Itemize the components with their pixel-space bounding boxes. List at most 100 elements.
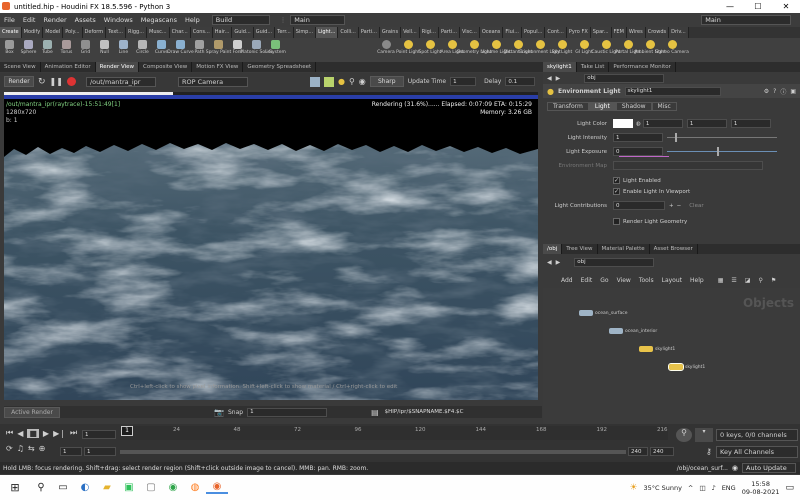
info-icon[interactable]: ⓘ: [780, 87, 786, 96]
shelf-tab-11[interactable]: Guid...: [232, 27, 254, 38]
frame-field[interactable]: 1: [82, 430, 116, 439]
right-desktop-dropdown[interactable]: Main: [701, 15, 792, 25]
intensity-slider[interactable]: [667, 133, 777, 142]
tab-asset-browser[interactable]: Asset Browser: [650, 244, 698, 254]
menu-windows[interactable]: Windows: [100, 16, 137, 24]
tool-platonic-solids[interactable]: Platonic Solids: [240, 38, 273, 62]
display-icon[interactable]: [309, 76, 320, 87]
net-menu-go[interactable]: Go: [600, 277, 608, 284]
shelf-tab-right-4[interactable]: Vell...: [401, 27, 420, 38]
tab-material-palette[interactable]: Material Palette: [598, 244, 650, 254]
current-frame-marker[interactable]: 1: [121, 426, 133, 436]
color-g-field[interactable]: 1: [686, 119, 727, 128]
menu-assets[interactable]: Assets: [71, 16, 100, 24]
menu-edit[interactable]: Edit: [19, 16, 40, 24]
forward-arrow-icon[interactable]: ▶: [556, 75, 561, 82]
search-icon[interactable]: ⚲: [30, 482, 52, 493]
tool-grid[interactable]: Grid: [76, 38, 95, 62]
snap-path-field[interactable]: $HIP/ipr/$SNAPNAME.$F4.$C: [382, 407, 483, 417]
render-viewport[interactable]: [4, 99, 538, 400]
plus-icon[interactable]: +: [669, 203, 674, 209]
light-enabled-checkbox[interactable]: ✓: [613, 177, 620, 184]
shelf-tab-13[interactable]: Terr...: [275, 27, 294, 38]
clock[interactable]: 15:58 09-08-2021: [742, 480, 780, 496]
shelf-tab-12[interactable]: Guid...: [253, 27, 276, 38]
key-all-icon[interactable]: ⚷: [706, 447, 712, 456]
net-grid-icon[interactable]: ▦: [718, 277, 724, 284]
shelf-tab-right-16[interactable]: Crowds: [645, 27, 670, 38]
exposure-slider-handle[interactable]: [717, 147, 719, 156]
desktop2-dropdown[interactable]: Main: [290, 15, 346, 25]
net-list-icon[interactable]: ☰: [731, 277, 736, 284]
tab-shadow[interactable]: Shadow: [615, 101, 652, 111]
shelf-tab-7[interactable]: Musc...: [147, 27, 170, 38]
tool-stereo-camera[interactable]: Stereo Camera: [655, 38, 689, 62]
snapshot-icon[interactable]: [323, 76, 334, 87]
tab-animation-editor[interactable]: Animation Editor: [41, 62, 96, 72]
shelf-tab-right-15[interactable]: Wires: [626, 27, 646, 38]
net-menu-view[interactable]: View: [617, 277, 631, 284]
volume-icon[interactable]: ♪: [712, 484, 716, 492]
shelf-tab-right-2[interactable]: Parti...: [358, 27, 380, 38]
key-all-dropdown[interactable]: Key All Channels: [716, 446, 798, 458]
render-geo-checkbox[interactable]: [613, 218, 620, 225]
tool-caustic-light[interactable]: Caustic Light: [591, 38, 621, 62]
shelf-tab-right-8[interactable]: Oceans: [479, 27, 504, 38]
timeline-audio-icon[interactable]: ♫: [17, 444, 24, 453]
tab-composite-view[interactable]: Composite View: [139, 62, 193, 72]
render-button[interactable]: Render: [4, 76, 34, 87]
tool-point-light[interactable]: Point Light: [396, 38, 420, 62]
exposure-slider[interactable]: [667, 147, 777, 156]
network-icon[interactable]: ◫: [699, 484, 705, 492]
snap-field[interactable]: 1: [247, 407, 328, 417]
edge-icon[interactable]: ◐: [74, 482, 96, 493]
shelf-tab-5[interactable]: Text...: [106, 27, 127, 38]
node-name-field[interactable]: skylight1: [624, 86, 721, 96]
tab-skylight1[interactable]: skylight1: [543, 62, 577, 72]
timeline-ruler[interactable]: 1 24 48 72 96 120 144 168 192 216: [120, 426, 668, 440]
shelf-tab-0[interactable]: Create: [0, 27, 22, 38]
shelf-tab-1[interactable]: Modify: [21, 27, 44, 38]
shelf-tab-right-13[interactable]: Spar...: [590, 27, 612, 38]
node-skylight1-selected[interactable]: skylight1: [668, 363, 705, 371]
shelf-tab-8[interactable]: Char...: [169, 27, 191, 38]
help-icon[interactable]: ?: [773, 88, 776, 95]
menu-file[interactable]: File: [0, 16, 19, 24]
color-icon[interactable]: ◉: [359, 77, 366, 86]
shelf-tab-right-3[interactable]: Grains: [379, 27, 402, 38]
shelf-tab-right-0[interactable]: Light...: [316, 27, 339, 38]
store-icon[interactable]: ▣: [118, 482, 140, 493]
tray-chevron-icon[interactable]: ^: [688, 484, 693, 492]
gear-icon[interactable]: ⚙: [764, 88, 769, 95]
range-slider[interactable]: [120, 450, 626, 454]
tab-misc[interactable]: Misc: [651, 101, 677, 111]
network-path-field[interactable]: obj: [574, 257, 655, 267]
end-frame-field[interactable]: 240: [628, 447, 648, 456]
shelf-tab-right-11[interactable]: Cont...: [545, 27, 567, 38]
start-frame2-field[interactable]: 1: [84, 447, 116, 456]
menu-megascans[interactable]: Megascans: [137, 16, 181, 24]
menu-render[interactable]: Render: [39, 16, 70, 24]
tab-tree-view[interactable]: Tree View: [562, 244, 598, 254]
net-menu-edit[interactable]: Edit: [581, 277, 593, 284]
media-icon[interactable]: ▢: [140, 482, 162, 493]
file-explorer-icon[interactable]: ▰: [96, 482, 118, 493]
step-back-icon[interactable]: ◀: [17, 429, 23, 438]
maximize-button[interactable]: ☐: [744, 2, 772, 11]
first-frame-icon[interactable]: ⏮: [6, 428, 13, 438]
exposure-field[interactable]: 0: [613, 147, 663, 156]
keys-dropdown[interactable]: 0 keys, 0/0 channels: [716, 429, 798, 441]
stop-icon[interactable]: [66, 77, 76, 86]
shelf-tab-right-14[interactable]: FEM: [611, 27, 627, 38]
tool-spray-paint[interactable]: Spray Paint: [206, 38, 231, 62]
tab-performance-monitor[interactable]: Performance Monitor: [609, 62, 676, 72]
tool-box[interactable]: Box: [0, 38, 19, 62]
menu-help[interactable]: Help: [181, 16, 204, 24]
language-label[interactable]: ENG: [722, 484, 736, 492]
sharp-dropdown[interactable]: Sharp: [369, 76, 404, 87]
net-menu-tools[interactable]: Tools: [639, 277, 654, 284]
shelf-tab-3[interactable]: Poly...: [63, 27, 83, 38]
tool-l-system[interactable]: L-System: [265, 38, 286, 62]
shelf-tab-right-6[interactable]: Parti...: [438, 27, 460, 38]
net-flag-icon[interactable]: ⚑: [771, 277, 776, 284]
